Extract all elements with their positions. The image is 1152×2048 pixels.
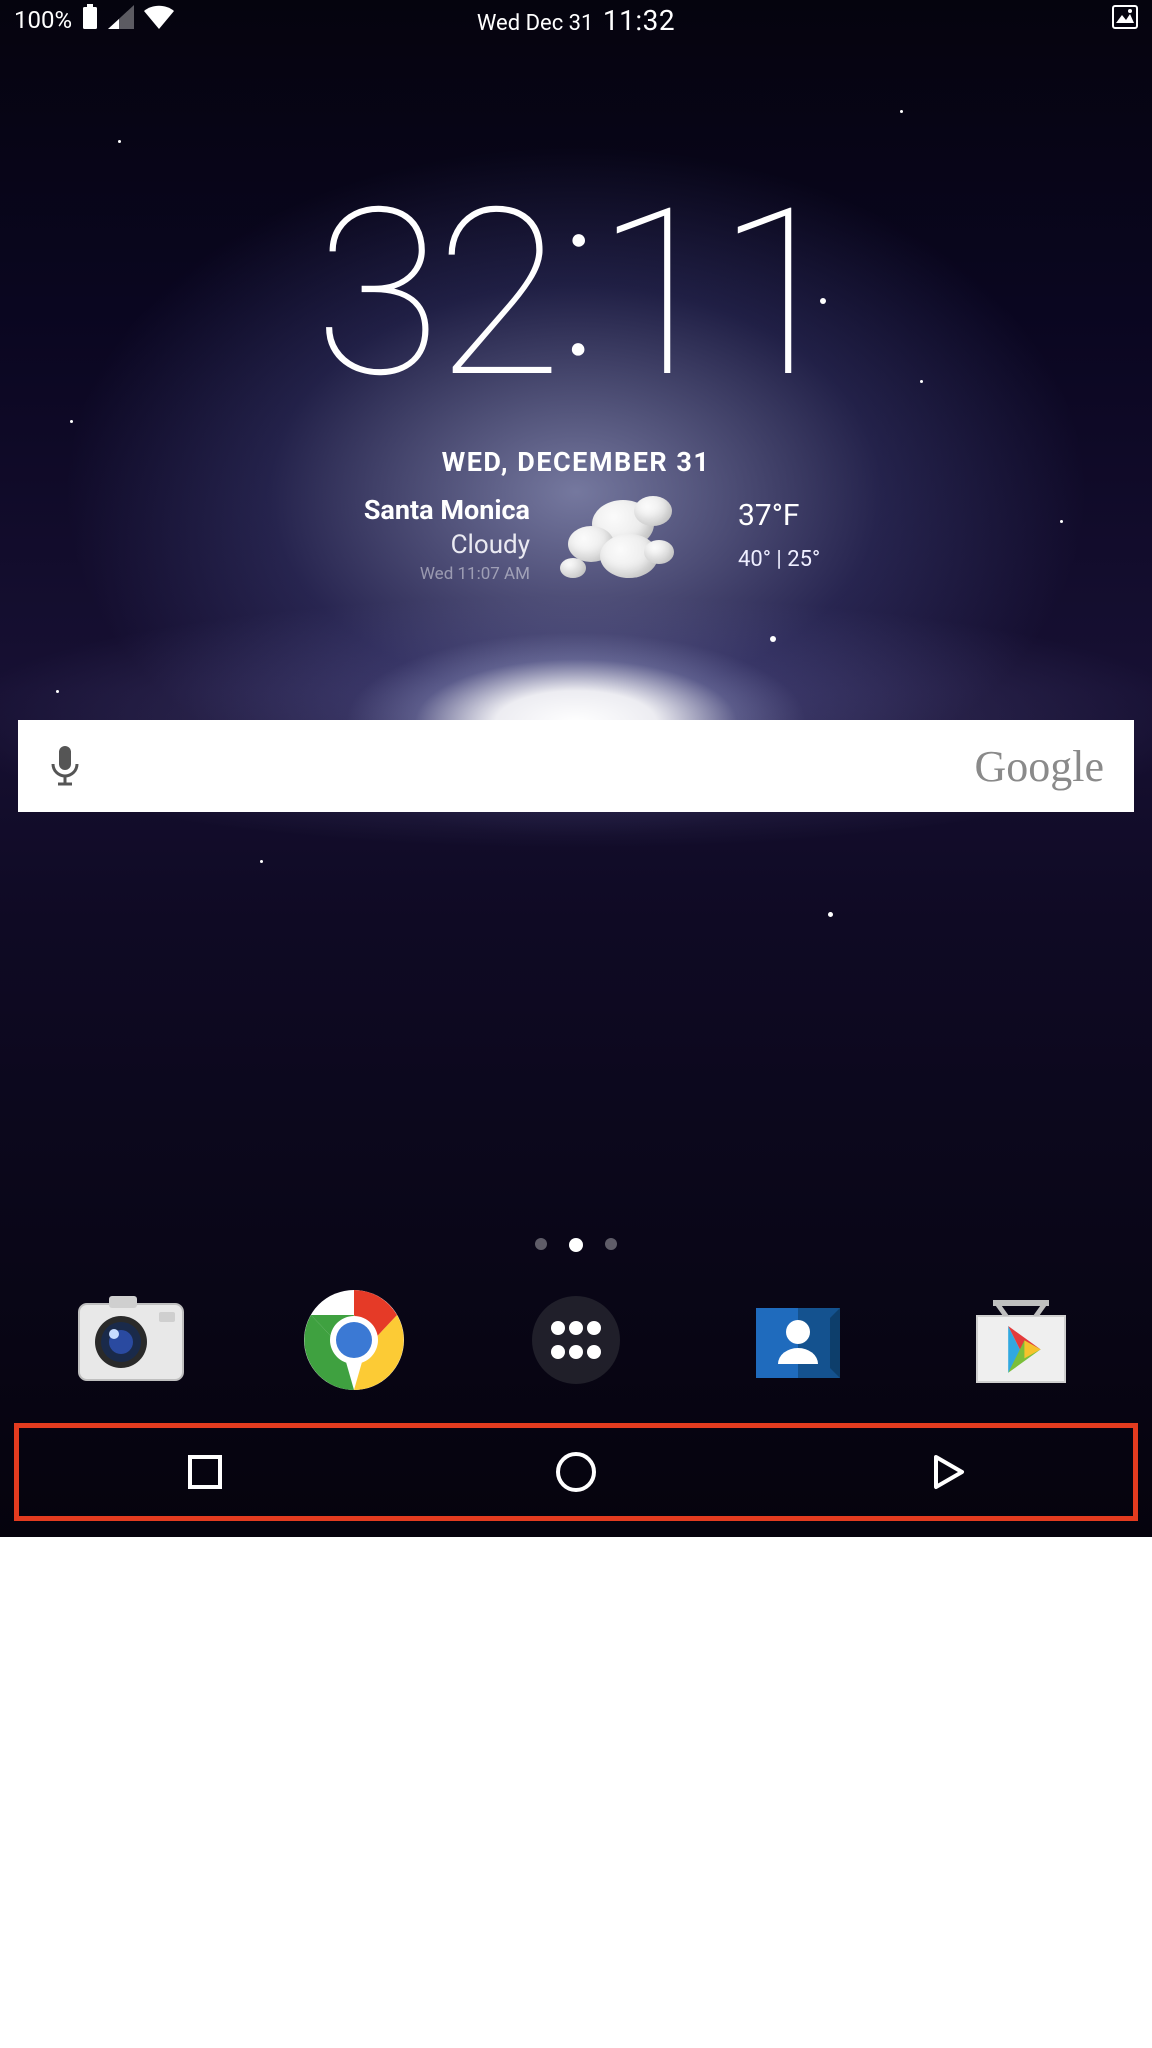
star-icon — [70, 420, 73, 423]
chrome-app-icon[interactable] — [296, 1282, 412, 1398]
page-dot-1[interactable] — [569, 1238, 583, 1252]
weather-date: WED, DECEMBER 31 — [0, 446, 1152, 478]
microphone-icon[interactable] — [48, 744, 82, 788]
letterbox — [0, 1537, 1152, 2048]
star-icon — [118, 140, 121, 143]
page-dot-2[interactable] — [605, 1238, 617, 1250]
star-icon — [770, 636, 776, 642]
weather-temp: 37°F — [738, 498, 832, 533]
camera-app-icon[interactable] — [73, 1282, 189, 1398]
contacts-app-icon[interactable] — [740, 1282, 856, 1398]
home-screen: 100% Wed Dec 31 11:32 32:11 WED, DECEMBE… — [0, 0, 1152, 1537]
navigation-bar-highlight — [14, 1423, 1138, 1521]
clock-minutes: 11 — [596, 158, 838, 430]
status-datetime: Wed Dec 31 11:32 — [0, 4, 1152, 37]
recent-apps-button[interactable] — [175, 1442, 235, 1502]
weather-right: 37°F 40° | 25° — [702, 492, 832, 572]
star-icon — [900, 110, 903, 113]
page-dot-0[interactable] — [535, 1238, 547, 1250]
dock — [0, 1270, 1152, 1410]
clock-widget[interactable]: 32:11 — [0, 178, 1152, 410]
navigation-bar — [19, 1428, 1133, 1516]
app-drawer-icon[interactable] — [518, 1282, 634, 1398]
weather-widget[interactable]: WED, DECEMBER 31 Santa Monica Cloudy Wed… — [0, 446, 1152, 592]
page-indicator[interactable] — [0, 1238, 1152, 1252]
google-brand-label: Google — [974, 741, 1104, 792]
clock-hours: 32 — [314, 158, 556, 430]
weather-left: Santa Monica Cloudy Wed 11:07 AM — [320, 492, 530, 584]
star-icon — [260, 860, 263, 863]
status-time: 11:32 — [603, 4, 675, 37]
clock-colon: : — [556, 140, 595, 412]
weather-updated: Wed 11:07 AM — [320, 564, 530, 584]
weather-cloudy-icon — [556, 492, 676, 592]
google-search-bar[interactable]: Google — [18, 720, 1134, 812]
play-store-app-icon[interactable] — [963, 1282, 1079, 1398]
weather-condition: Cloudy — [320, 530, 530, 560]
star-icon — [828, 912, 833, 917]
weather-row: Santa Monica Cloudy Wed 11:07 AM 37°F 40… — [0, 492, 1152, 592]
status-date: Wed Dec 31 — [477, 11, 594, 36]
weather-range: 40° | 25° — [738, 547, 832, 572]
status-bar: 100% Wed Dec 31 11:32 — [0, 0, 1152, 40]
weather-location: Santa Monica — [320, 494, 530, 526]
back-button[interactable] — [917, 1442, 977, 1502]
home-button[interactable] — [546, 1442, 606, 1502]
star-icon — [56, 690, 59, 693]
